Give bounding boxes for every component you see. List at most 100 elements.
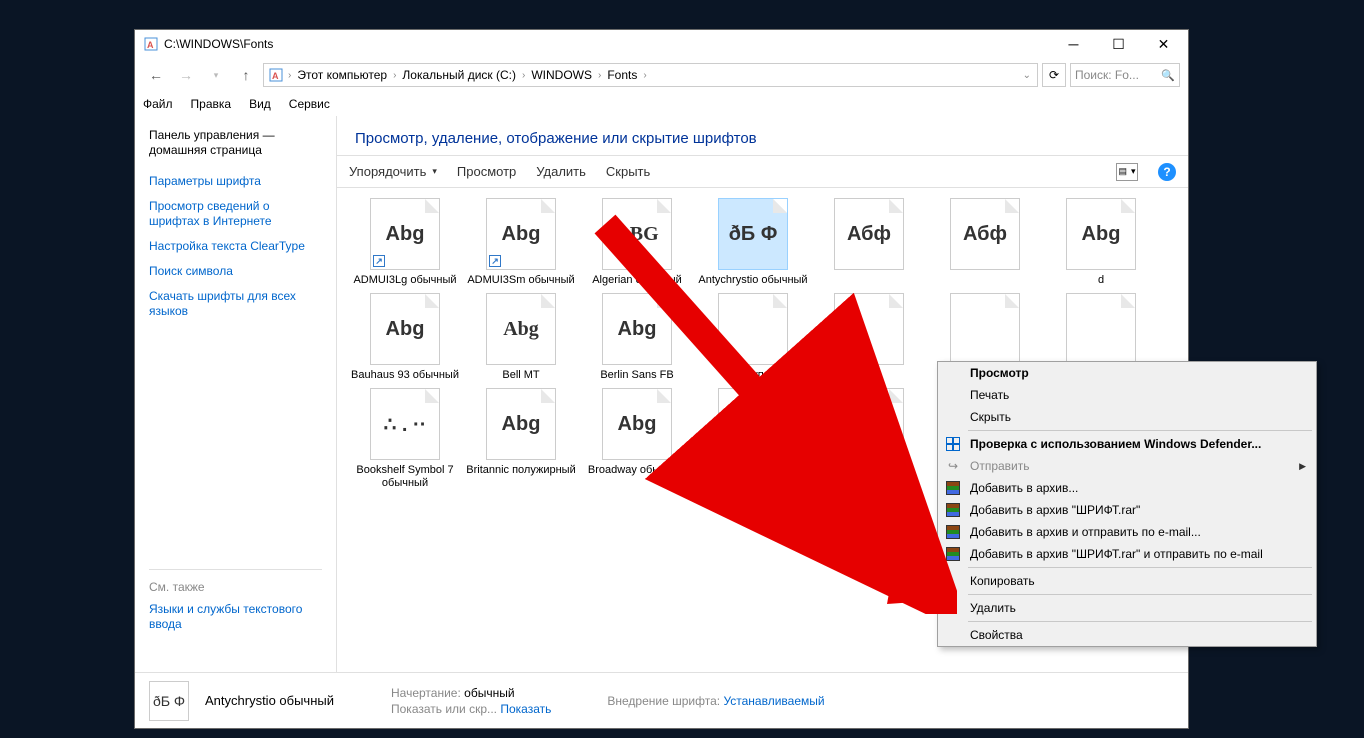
font-item[interactable]: Abg↗ADMUI3Sm обычный — [465, 198, 577, 287]
font-thumbnail: Abg — [486, 388, 556, 460]
sidebar-link-font-settings[interactable]: Параметры шрифта — [149, 174, 322, 189]
context-menu-item[interactable]: Печать — [938, 384, 1316, 406]
font-thumbnail: Абф — [950, 198, 1020, 270]
sidebar-link-text-services[interactable]: Языки и службы текстового ввода — [149, 602, 322, 632]
chevron-down-icon[interactable]: ⌄ — [1021, 70, 1033, 81]
context-menu-label: Удалить — [970, 601, 1016, 615]
search-placeholder: Поиск: Fo... — [1075, 68, 1139, 82]
font-item[interactable]: ABGAlgerian обычный — [581, 198, 693, 287]
chevron-right-icon: › — [286, 70, 293, 81]
font-item[interactable]: ∴ . ··Bookshelf Symbol 7 обычный — [349, 388, 461, 490]
context-menu-item[interactable]: Проверка с использованием Windows Defend… — [938, 433, 1316, 455]
menu-service[interactable]: Сервис — [289, 97, 330, 111]
font-item[interactable] — [813, 293, 925, 382]
context-menu-label: Добавить в архив... — [970, 481, 1078, 495]
menu-file[interactable]: Файл — [143, 97, 173, 111]
search-input[interactable]: Поиск: Fo... 🔍 — [1070, 63, 1180, 87]
breadcrumb-item[interactable]: WINDOWS — [529, 68, 594, 82]
sidebar-link-charmap[interactable]: Поиск символа — [149, 264, 322, 279]
chevron-right-icon: › — [641, 70, 648, 81]
up-button[interactable]: ↑ — [233, 62, 259, 88]
context-menu-item[interactable]: Просмотр — [938, 362, 1316, 384]
font-label: Antychrystio обычный — [698, 274, 807, 287]
font-item[interactable]: ðƂ Φ Antychrystio обычный — [697, 198, 809, 287]
main-header: Просмотр, удаление, отображение или скры… — [337, 116, 1188, 156]
details-showhide-value[interactable]: Показать — [500, 702, 551, 716]
font-thumbnail: ABG — [602, 198, 672, 270]
page-title: Просмотр, удаление, отображение или скры… — [355, 130, 1170, 147]
font-thumbnail: Abg — [602, 388, 672, 460]
font-thumbnail: ðƂ Φ — [718, 198, 788, 270]
context-menu-label: Отправить — [970, 459, 1030, 473]
sidebar-heading[interactable]: Панель управления — домашняя страница — [149, 128, 322, 158]
breadcrumb-item[interactable]: Этот компьютер — [295, 68, 389, 82]
details-style-label: Начертание: — [391, 686, 461, 700]
hide-button[interactable]: Скрыть — [606, 164, 650, 179]
details-style-value: обычный — [464, 686, 514, 700]
font-item[interactable]: Abg Broadway обычный — [581, 388, 693, 490]
font-thumbnail: Abg — [1066, 198, 1136, 270]
font-label: ADMUI3Lg обычный — [353, 274, 456, 287]
view-options-button[interactable]: ▤ — [1116, 163, 1138, 181]
font-item[interactable]: AbgBell MT — [465, 293, 577, 382]
context-menu-item[interactable]: Добавить в архив... — [938, 477, 1316, 499]
font-thumbnail: Abg — [486, 293, 556, 365]
context-menu-label: Добавить в архив "ШРИФТ.rar" — [970, 503, 1140, 517]
breadcrumb-item[interactable]: Локальный диск (C:) — [400, 68, 518, 82]
font-item[interactable]: Abg Bauhaus 93 обычный — [349, 293, 461, 382]
font-label: Britannic полужирный — [466, 464, 575, 477]
content: Панель управления — домашняя страница Па… — [135, 116, 1188, 672]
preview-button[interactable]: Просмотр — [457, 164, 516, 179]
breadcrumb-bar[interactable]: A › Этот компьютер › Локальный диск (C:)… — [263, 63, 1038, 87]
close-button[interactable]: ✕ — [1141, 30, 1186, 58]
font-thumbnail: Abg↗ — [370, 198, 440, 270]
font-thumbnail — [834, 293, 904, 365]
font-item[interactable]: Calibri — [813, 388, 925, 490]
font-item[interactable]: Abgd — [1045, 198, 1157, 287]
organize-button[interactable]: Упорядочить — [349, 164, 437, 179]
refresh-button[interactable]: ⟳ — [1042, 63, 1066, 87]
font-thumbnail: Abg — [370, 293, 440, 365]
font-item[interactable]: Be упл — [697, 293, 809, 382]
context-menu-label: Проверка с использованием Windows Defend… — [970, 437, 1261, 451]
maximize-button[interactable]: ☐ — [1096, 30, 1141, 58]
font-thumbnail: ∴ . ·· — [370, 388, 440, 460]
context-menu-item[interactable]: Добавить в архив "ШРИФТ.rar" — [938, 499, 1316, 521]
toolbar: Упорядочить Просмотр Удалить Скрыть ▤ ? — [337, 156, 1188, 188]
recent-dropdown[interactable]: ▾ — [203, 62, 229, 88]
sidebar-link-font-info[interactable]: Просмотр сведений о шрифтах в Интернете — [149, 199, 322, 229]
font-item[interactable]: Abg Britannic полужирный — [465, 388, 577, 490]
font-item[interactable]: AbgBerlin Sans FB — [581, 293, 693, 382]
window-title: C:\WINDOWS\Fonts — [164, 37, 1051, 51]
font-thumbnail — [834, 388, 904, 460]
font-item[interactable]: Abg↗ ADMUI3Lg обычный — [349, 198, 461, 287]
font-label: Bauhaus 93 обычный — [351, 369, 459, 382]
font-thumbnail: Abg — [602, 293, 672, 365]
font-item[interactable]: Абф — [929, 198, 1041, 287]
context-menu-separator — [968, 594, 1312, 595]
font-label: Broadway обычный — [588, 464, 686, 477]
context-menu-item[interactable]: Свойства — [938, 624, 1316, 646]
sidebar-link-cleartype[interactable]: Настройка текста ClearType — [149, 239, 322, 254]
menu-edit[interactable]: Правка — [191, 97, 232, 111]
delete-button[interactable]: Удалить — [536, 164, 586, 179]
back-button[interactable]: ← — [143, 62, 169, 88]
font-item[interactable]: Brush Script MT курсив — [697, 388, 809, 490]
minimize-button[interactable]: ─ — [1051, 30, 1096, 58]
context-menu-item[interactable]: ↪Отправить▶ — [938, 455, 1316, 477]
breadcrumb-item[interactable]: Fonts — [605, 68, 639, 82]
font-item[interactable]: Абф — [813, 198, 925, 287]
context-menu-item[interactable]: Удалить — [938, 597, 1316, 619]
share-icon: ↪ — [944, 457, 962, 475]
context-menu-separator — [968, 567, 1312, 568]
menu-view[interactable]: Вид — [249, 97, 271, 111]
context-menu-item[interactable]: Добавить в архив и отправить по e-mail..… — [938, 521, 1316, 543]
sidebar-link-download[interactable]: Скачать шрифты для всех языков — [149, 289, 322, 319]
context-menu-label: Добавить в архив "ШРИФТ.rar" и отправить… — [970, 547, 1263, 561]
context-menu-item[interactable]: Добавить в архив "ШРИФТ.rar" и отправить… — [938, 543, 1316, 565]
forward-button[interactable]: → — [173, 62, 199, 88]
chevron-right-icon: › — [520, 70, 527, 81]
context-menu-item[interactable]: Скрыть — [938, 406, 1316, 428]
help-button[interactable]: ? — [1158, 163, 1176, 181]
context-menu-item[interactable]: Копировать — [938, 570, 1316, 592]
